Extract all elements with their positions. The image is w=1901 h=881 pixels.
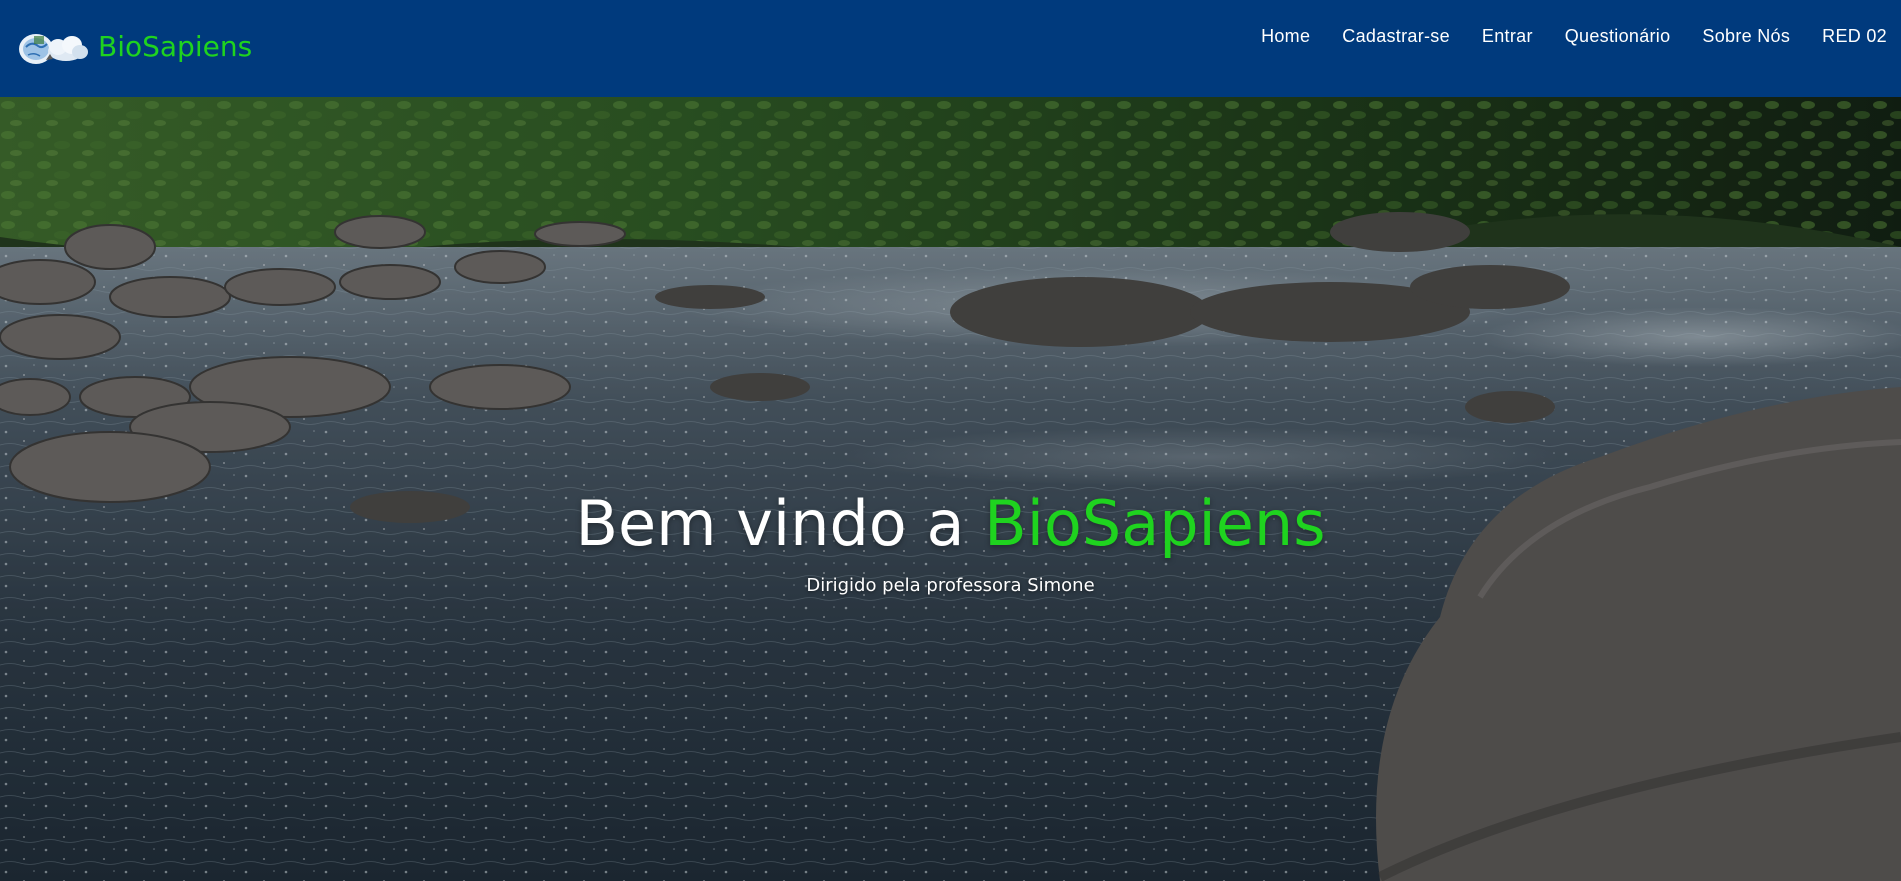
hero-text-block: Bem vindo a BioSapiens Dirigido pela pro… — [0, 487, 1901, 596]
nav-item-questionario: Questionário — [1565, 26, 1671, 47]
nav-item-sobre-nos: Sobre Nós — [1702, 26, 1790, 47]
nav-item-entrar: Entrar — [1482, 26, 1533, 47]
nav-link-cadastrar-se[interactable]: Cadastrar-se — [1342, 26, 1450, 46]
hero-section: Bem vindo a BioSapiens Dirigido pela pro… — [0, 97, 1901, 881]
nav-link-sobre-nos[interactable]: Sobre Nós — [1702, 26, 1790, 46]
globe-cloud-logo-icon — [19, 33, 88, 64]
nav-item-cadastrar: Cadastrar-se — [1342, 26, 1450, 47]
hero-title-prefix: Bem vindo a — [575, 487, 985, 560]
nav-link-red-02[interactable]: RED 02 — [1822, 26, 1887, 46]
brand-link[interactable]: BioSapiens — [14, 26, 252, 68]
hero-subtitle: Dirigido pela professora Simone — [806, 575, 1095, 596]
hero-title: Bem vindo a BioSapiens — [0, 487, 1901, 561]
top-navbar: BioSapiens Home Cadastrar-se Entrar Ques… — [0, 0, 1901, 97]
nav-item-home: Home — [1261, 26, 1310, 47]
hero-title-accent: BioSapiens — [984, 487, 1326, 560]
nav-link-home[interactable]: Home — [1261, 26, 1310, 46]
nav-link-questionario[interactable]: Questionário — [1565, 26, 1671, 46]
nav-item-red-02: RED 02 — [1822, 26, 1887, 47]
nav-link-entrar[interactable]: Entrar — [1482, 26, 1533, 46]
nav-menu: Home Cadastrar-se Entrar Questionário So… — [1229, 26, 1887, 47]
brand-name: BioSapiens — [98, 30, 253, 63]
